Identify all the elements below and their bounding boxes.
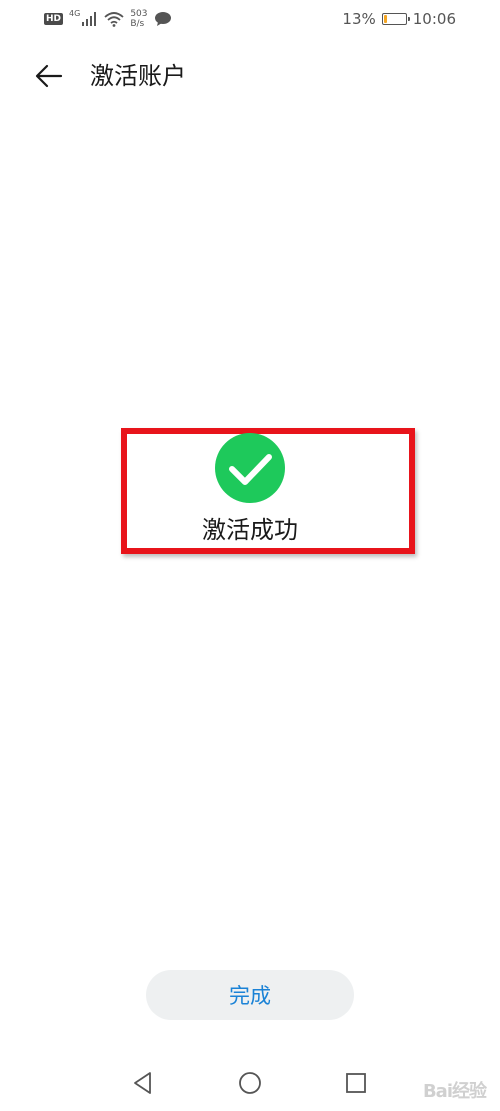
page-title: 激活账户 [90, 62, 186, 90]
screen: HD 4G 503 B/s 13% 10:06 激活账户 激活成功 完成 Bai… [0, 0, 500, 1111]
status-bar-right: 13% 10:06 [342, 8, 456, 30]
hd-icon: HD [44, 13, 64, 25]
wifi-icon [104, 12, 124, 27]
status-bar-left: HD 4G 503 B/s [44, 6, 172, 32]
signal-icon [82, 12, 97, 26]
done-button[interactable]: 完成 [146, 970, 354, 1020]
network-speed-unit: B/s [130, 19, 145, 29]
status-bar: HD 4G 503 B/s 13% 10:06 [0, 0, 500, 38]
arrow-left-icon [35, 64, 63, 88]
title-bar: 激活账户 [0, 50, 500, 102]
clock: 10:06 [412, 10, 456, 28]
success-message: 激活成功 [202, 516, 298, 544]
back-triangle-icon[interactable] [130, 1070, 156, 1096]
network-speed: 503 B/s [130, 9, 147, 29]
battery-percent: 13% [342, 10, 376, 28]
back-button[interactable] [32, 59, 66, 93]
battery-fill [383, 15, 387, 23]
network-speed-value: 503 [130, 9, 148, 19]
message-icon [154, 12, 171, 26]
battery-icon [381, 13, 410, 25]
home-circle-icon[interactable] [237, 1070, 263, 1096]
checkmark-circle-icon [215, 433, 285, 503]
watermark: Bai经验 [422, 1081, 487, 1102]
network-type-label: 4G [69, 8, 81, 18]
recents-square-icon[interactable] [343, 1070, 369, 1096]
